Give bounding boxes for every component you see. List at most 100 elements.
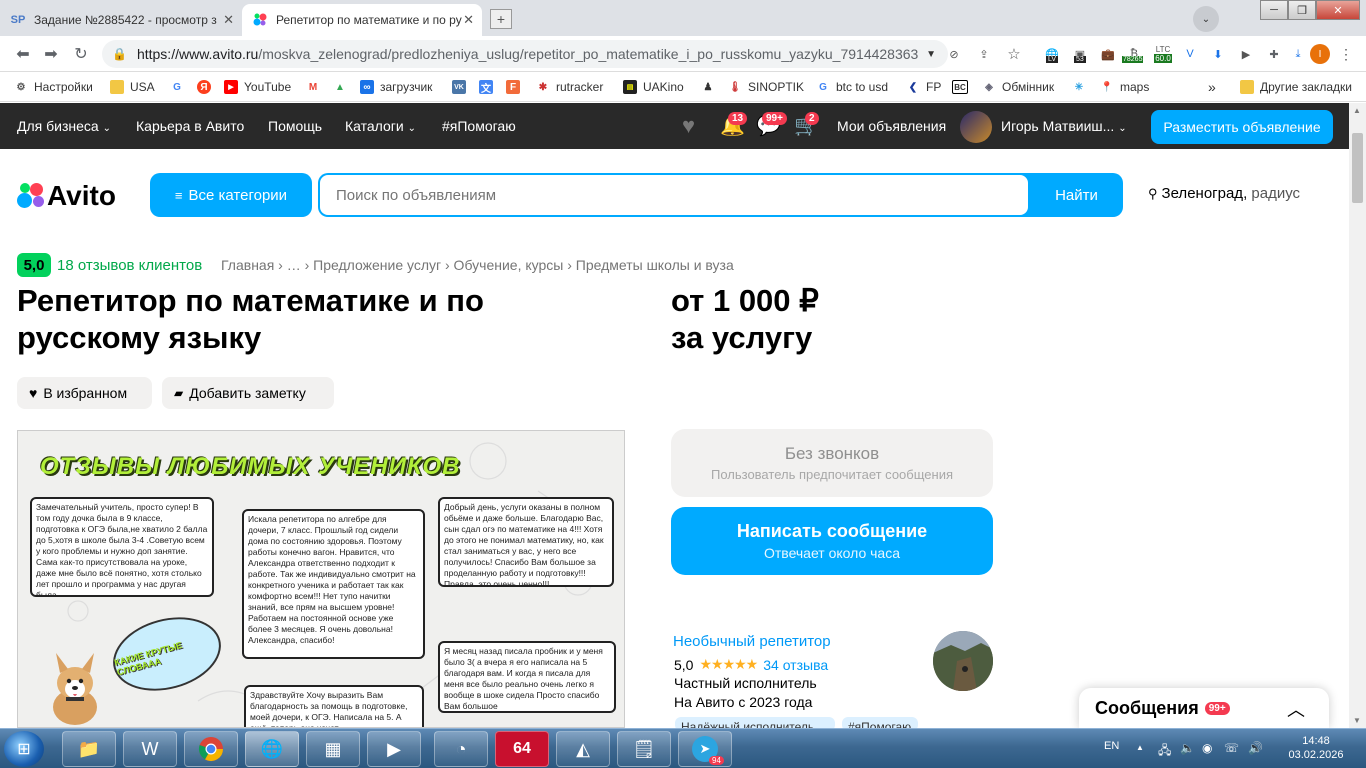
scroll-down-icon[interactable]: ▼ xyxy=(1353,716,1361,725)
tracker-icon[interactable]: ◭ xyxy=(556,731,610,767)
extension-red-icon[interactable]: ▣ 53 xyxy=(1070,44,1090,64)
bookmark-f[interactable]: F xyxy=(506,78,526,96)
nav-business[interactable]: Для бизнеса ⌄ xyxy=(17,118,111,134)
search-input[interactable] xyxy=(320,175,1028,215)
scroll-thumb[interactable] xyxy=(1352,133,1363,203)
ie-globe-icon[interactable]: 🌐 xyxy=(245,731,299,767)
extension-globe-icon[interactable]: 🌐 LV xyxy=(1042,44,1062,64)
seller-name-link[interactable]: Необычный репетитор xyxy=(673,633,831,650)
new-tab-button[interactable]: + xyxy=(490,9,512,29)
bookmark-sinoptik[interactable]: 🌡 SINOPTIK xyxy=(728,78,804,96)
bookmark-drive[interactable]: ▲ xyxy=(333,78,353,96)
seller-avatar[interactable] xyxy=(933,631,993,691)
bookmarks-overflow-button[interactable]: » xyxy=(1208,78,1216,96)
share-icon[interactable]: ⇪ xyxy=(974,44,994,64)
extension-v-icon[interactable]: V xyxy=(1180,44,1200,64)
network-icon[interactable]: 🖧 xyxy=(1158,741,1171,762)
app-64-icon[interactable]: 64 xyxy=(495,731,549,767)
bookmark-star-icon[interactable]: ☆ xyxy=(1004,44,1024,64)
bookmark-rutracker[interactable]: ✱ rutracker xyxy=(536,78,604,96)
post-ad-button[interactable]: Разместить объявление xyxy=(1151,110,1333,144)
block-icon[interactable]: ⊘ xyxy=(944,44,964,64)
bookmark-translate[interactable]: 文 xyxy=(479,78,499,96)
bookmark-fp[interactable]: ❮ FP xyxy=(906,78,942,96)
tab-task[interactable]: SP Задание №2885422 - просмотр з ✕ xyxy=(0,4,242,36)
bookmark-maps[interactable]: 📍 maps xyxy=(1100,78,1150,96)
location-selector[interactable]: ⚲ Зеленоград, радиус xyxy=(1148,185,1300,202)
chevron-up-icon[interactable]: ︿ xyxy=(1287,696,1305,722)
extension-download-icon[interactable]: ⬇ xyxy=(1208,44,1228,64)
volume-icon[interactable]: 🔊 xyxy=(1248,741,1263,755)
reviews-link[interactable]: 18 отзывов клиентов xyxy=(57,257,202,274)
all-categories-button[interactable]: ≡ Все категории xyxy=(150,173,312,217)
scroll-up-icon[interactable]: ▲ xyxy=(1353,106,1361,115)
nav-help[interactable]: Помощь xyxy=(268,118,322,134)
extension-arrow-icon[interactable]: ▶ xyxy=(1236,44,1256,64)
profile-avatar-icon[interactable]: I xyxy=(1310,44,1330,64)
extension-bitcoin-icon[interactable]: ₿ 78265 xyxy=(1122,44,1144,64)
breadcrumb[interactable]: Главная › … › Предложение услуг › Обучен… xyxy=(221,257,734,273)
shield-w-icon[interactable]: W xyxy=(123,731,177,767)
phone-icon[interactable]: ☏ xyxy=(1224,741,1239,755)
nav-catalogs[interactable]: Каталоги ⌄ xyxy=(345,118,416,134)
add-note-button[interactable]: ▰ Добавить заметку xyxy=(162,377,334,409)
bookmark-gmail[interactable]: M xyxy=(306,78,326,96)
green-app-icon[interactable]: ▦ xyxy=(306,731,360,767)
messages-panel[interactable]: Сообщения 99+ ︿ xyxy=(1079,688,1329,728)
telegram-icon[interactable]: ➤ 94 xyxy=(678,731,732,767)
downloads-icon[interactable]: ⤓ xyxy=(1288,44,1308,64)
bookmark-downloader[interactable]: ∞ загрузчик xyxy=(360,78,432,96)
no-calls-button[interactable]: Без звонков Пользователь предпочитает со… xyxy=(671,429,993,497)
bookmark-other[interactable]: Другие закладки xyxy=(1240,78,1352,96)
write-message-button[interactable]: Написать сообщение Отвечает около часа xyxy=(671,507,993,575)
page-scrollbar[interactable]: ▲ ▼ xyxy=(1349,103,1366,728)
tray-expand-icon[interactable]: ▲ xyxy=(1136,743,1144,752)
nav-user[interactable]: Игорь Матвииш... ⌄ xyxy=(1001,118,1127,134)
forward-arrow-icon[interactable]: ➡ xyxy=(40,44,62,64)
extension-ltc-icon[interactable]: LTC 60.0 xyxy=(1152,44,1174,64)
minimize-button[interactable]: ─ xyxy=(1260,0,1288,20)
back-arrow-icon[interactable]: ⬅ xyxy=(12,44,34,64)
bookmark-star[interactable]: ✳ xyxy=(1072,78,1092,96)
explorer-icon[interactable]: 📁 xyxy=(62,731,116,767)
start-button[interactable]: ⊞ xyxy=(4,731,44,767)
seller-reviews-link[interactable]: 34 отзыва xyxy=(763,657,828,673)
language-indicator[interactable]: EN xyxy=(1104,740,1119,752)
bookmark-btc[interactable]: Gbtc to usd xyxy=(816,78,888,96)
bookmark-pawn[interactable]: ♟ xyxy=(701,78,721,96)
user-avatar[interactable] xyxy=(960,111,992,143)
bookmark-settings[interactable]: ⚙ Настройки xyxy=(14,78,93,96)
search-button[interactable]: Найти xyxy=(1030,173,1123,217)
bookmark-uakino[interactable]: ▤ UAKino xyxy=(623,78,684,96)
nav-my-ads[interactable]: Мои объявления xyxy=(837,118,946,134)
clock-app-icon[interactable]: ◔ xyxy=(434,731,488,767)
reload-icon[interactable]: ↻ xyxy=(70,44,92,64)
nav-career[interactable]: Карьера в Авито xyxy=(136,118,244,134)
puzzle-icon[interactable]: ✚ xyxy=(1264,44,1284,64)
close-icon[interactable]: ✕ xyxy=(223,12,234,28)
notepad-icon[interactable]: 🗒 xyxy=(617,731,671,767)
clock[interactable]: 14:48 03.02.2026 xyxy=(1286,734,1346,762)
rss-icon[interactable]: ◉ xyxy=(1202,741,1212,755)
tab-avito[interactable]: Репетитор по математике и по ру ✕ xyxy=(242,4,482,36)
bookmark-yandex[interactable]: Я xyxy=(197,78,217,96)
bookmark-youtube[interactable]: ▶ YouTube xyxy=(224,78,291,96)
bookmark-vk[interactable]: VK xyxy=(452,78,472,96)
avito-logo[interactable]: Avito xyxy=(17,180,116,212)
window-close-button[interactable]: ✕ xyxy=(1316,0,1360,20)
bookmark-bc[interactable]: BC xyxy=(952,78,974,96)
favorites-heart-icon[interactable]: ♥ xyxy=(682,113,695,139)
media-player-icon[interactable]: ▶ xyxy=(367,731,421,767)
bookmark-usa[interactable]: USA xyxy=(110,78,155,96)
favorite-button[interactable]: ♥ В избранном xyxy=(17,377,152,409)
tab-search-button[interactable]: ⌄ xyxy=(1193,6,1219,32)
url-field[interactable]: 🔒 https://www.avito.ru/moskva_zelenograd… xyxy=(102,40,948,68)
listing-photo[interactable]: ОТЗЫВЫ ЛЮБИМЫХ УЧЕНИКОВ Замечательный уч… xyxy=(17,430,625,728)
menu-dots-icon[interactable]: ⋮ xyxy=(1336,44,1356,64)
speaker-icon[interactable]: 🔈 xyxy=(1180,741,1195,755)
maximize-button[interactable]: ❐ xyxy=(1288,0,1316,20)
chrome-icon[interactable] xyxy=(184,731,238,767)
bookmark-google[interactable]: G xyxy=(170,78,190,96)
bookmark-exchanger[interactable]: ◈ Обмінник xyxy=(982,78,1054,96)
dropdown-icon[interactable]: ▼ xyxy=(926,49,936,60)
